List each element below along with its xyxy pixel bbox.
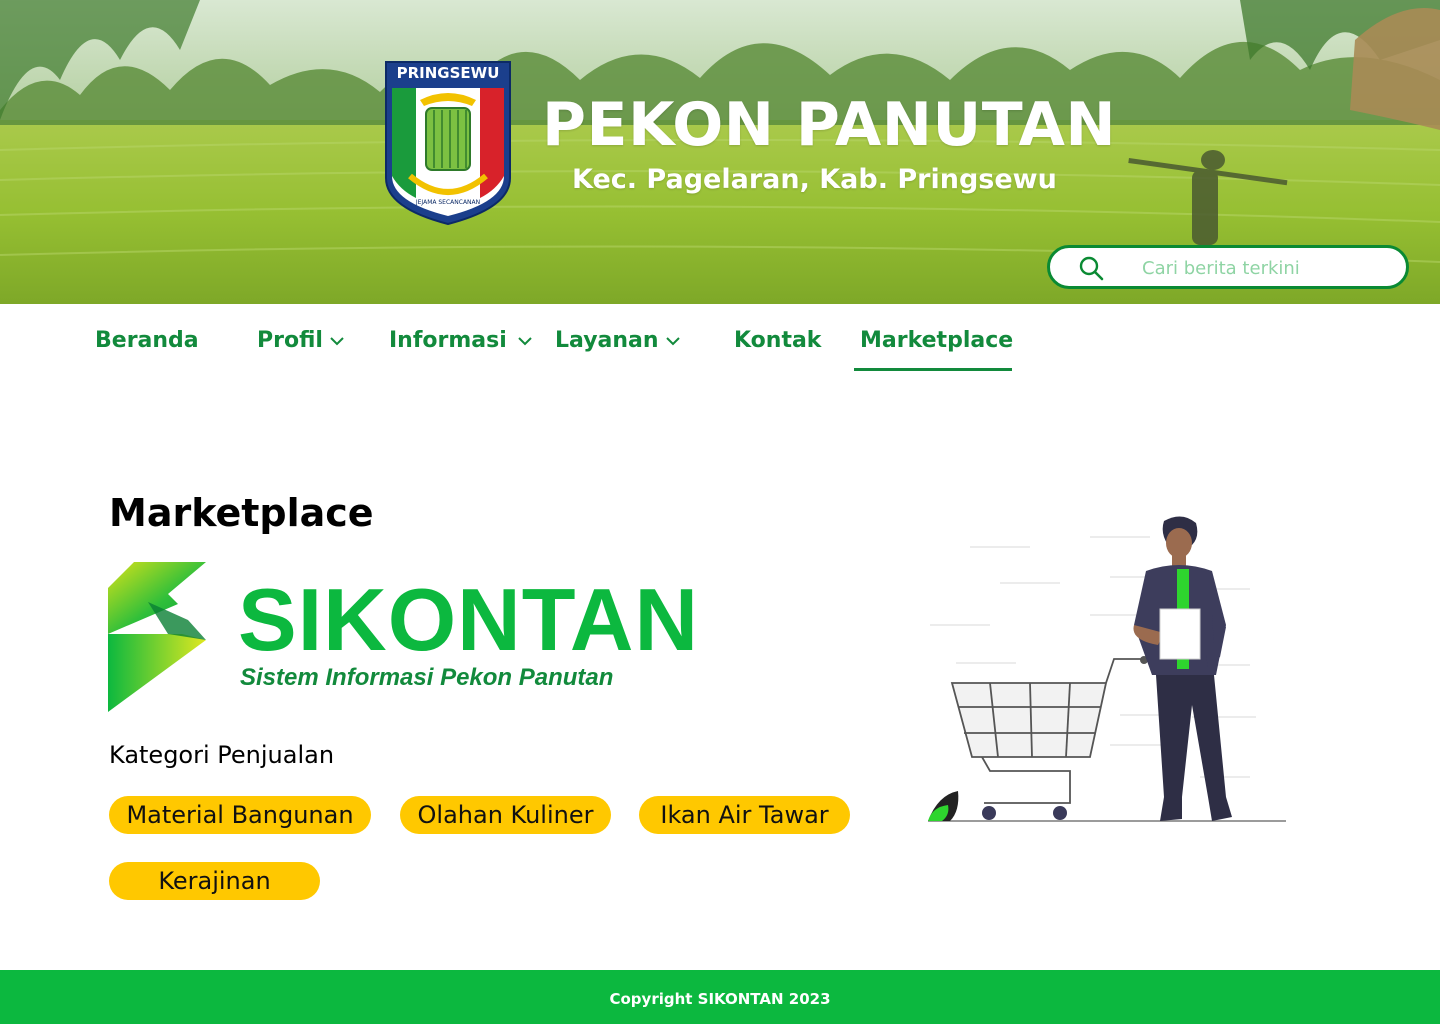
- site-title: PEKON PANUTAN: [542, 90, 1117, 160]
- site-subtitle: Kec. Pagelaran, Kab. Pringsewu: [572, 164, 1057, 195]
- chevron-down-icon: [518, 337, 532, 346]
- nav-item-kontak[interactable]: Kontak: [734, 326, 821, 356]
- shopping-cart-illustration: [928, 516, 1286, 822]
- category-chip-material-bangunan[interactable]: Material Bangunan: [109, 796, 371, 834]
- sikontan-wordmark: SIKONTAN: [238, 570, 700, 669]
- nav-item-beranda[interactable]: Beranda: [95, 326, 199, 356]
- sikontan-logo-mark: [108, 562, 206, 712]
- search-input[interactable]: [1142, 255, 1392, 281]
- page-title: Marketplace: [109, 491, 374, 535]
- page: PRINGSEWU JEJAMA SECANCANAN PEKON PANUTA…: [0, 0, 1440, 1024]
- nav-label: Beranda: [95, 328, 199, 353]
- nav-item-marketplace[interactable]: Marketplace: [860, 326, 1013, 356]
- category-chip-olahan-kuliner[interactable]: Olahan Kuliner: [400, 796, 611, 834]
- main-nav: Beranda Profil Informasi Layanan Kontak …: [0, 304, 1440, 374]
- search-icon[interactable]: [1078, 255, 1104, 281]
- emblem-title-text: PRINGSEWU: [397, 64, 500, 82]
- search-box[interactable]: [1047, 245, 1409, 289]
- category-chip-kerajinan[interactable]: Kerajinan: [109, 862, 320, 900]
- nav-label: Layanan: [555, 328, 659, 353]
- nav-active-indicator: [854, 368, 1012, 371]
- hero-banner: PRINGSEWU JEJAMA SECANCANAN PEKON PANUTA…: [0, 0, 1440, 304]
- chevron-down-icon: [665, 337, 680, 346]
- chevron-down-icon: [330, 337, 344, 346]
- nav-item-profil[interactable]: Profil: [257, 326, 345, 356]
- nav-label: Kontak: [734, 328, 822, 353]
- category-heading: Kategori Penjualan: [109, 741, 335, 769]
- sikontan-tagline: Sistem Informasi Pekon Panutan: [240, 664, 614, 691]
- emblem-motto-text: JEJAMA SECANCANAN: [415, 199, 480, 206]
- nav-label: Informasi: [389, 328, 507, 353]
- copyright-text: Copyright SIKONTAN 2023: [609, 990, 831, 1008]
- nav-item-layanan[interactable]: Layanan: [555, 326, 681, 356]
- pringsewu-emblem-logo: PRINGSEWU JEJAMA SECANCANAN: [385, 61, 511, 226]
- nav-label: Profil: [257, 328, 323, 353]
- nav-item-informasi[interactable]: Informasi: [389, 326, 533, 356]
- nav-label: Marketplace: [860, 328, 1014, 353]
- category-chip-ikan-air-tawar[interactable]: Ikan Air Tawar: [639, 796, 850, 834]
- footer: Copyright SIKONTAN 2023: [0, 970, 1440, 1024]
